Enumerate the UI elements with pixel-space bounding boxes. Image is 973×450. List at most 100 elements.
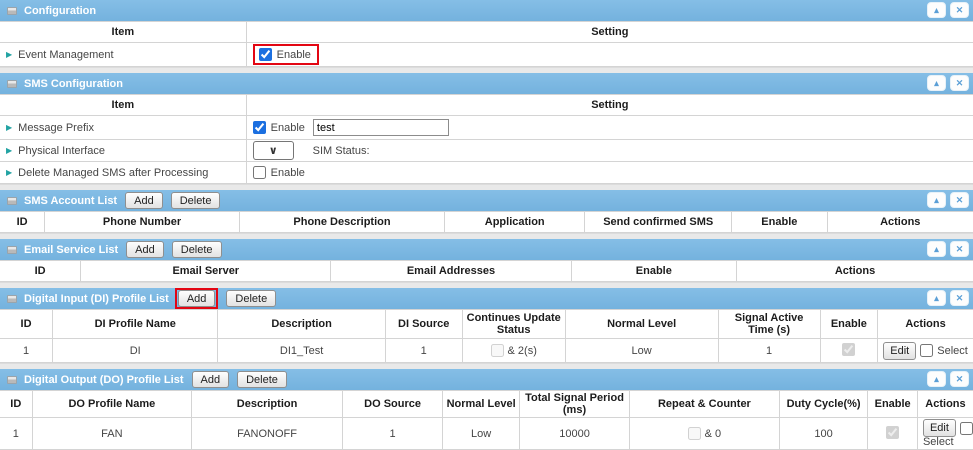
column-header: Enable <box>732 212 827 233</box>
column-header: Description <box>192 391 343 418</box>
table-row-do-profile: 1 FAN FANONOFF 1 Low 10000 & 0 100 Edit <box>0 418 973 450</box>
column-header: DO Profile Name <box>32 391 192 418</box>
event-management-enable-checkbox[interactable] <box>259 48 272 61</box>
item-label: Delete Managed SMS after Processing <box>18 167 208 179</box>
bullet-icon: ▶ <box>6 50 12 59</box>
close-icon[interactable]: ✕ <box>950 371 969 387</box>
do-name-cell: FAN <box>32 418 192 450</box>
collapse-icon[interactable]: ▴ <box>927 290 946 306</box>
edit-button[interactable]: Edit <box>923 419 956 437</box>
column-header: Phone Description <box>239 212 444 233</box>
item-label: Message Prefix <box>18 122 94 134</box>
configuration-header: Configuration ▴ ✕ <box>0 0 973 21</box>
add-button[interactable]: Add <box>126 241 164 258</box>
column-header: ID <box>0 310 53 339</box>
sms-configuration-table: Item Setting ▶Message Prefix Enable ▶Phy… <box>0 94 973 184</box>
do-actions-cell: Edit Select <box>917 418 973 450</box>
bullet-icon: ▶ <box>6 168 12 177</box>
column-header: Total Signal Period (ms) <box>520 391 630 418</box>
di-actions-cell: Edit Select <box>878 339 973 363</box>
panel-icon <box>7 295 17 303</box>
enable-label: Enable <box>277 49 311 61</box>
di-profile-list-header: Digital Input (DI) Profile List Add Dele… <box>0 288 973 309</box>
column-header-setting: Setting <box>246 22 973 43</box>
delete-managed-enable-checkbox[interactable] <box>253 166 266 179</box>
column-header: Description <box>218 310 385 339</box>
column-header: Signal Active Time (s) <box>718 310 820 339</box>
select-checkbox[interactable] <box>920 344 933 357</box>
sms-account-list-header: SMS Account List Add Delete ▴ ✕ <box>0 190 973 211</box>
collapse-icon[interactable]: ▴ <box>927 75 946 91</box>
section-email-service-list: Email Service List Add Delete ▴ ✕ ID Ema… <box>0 239 973 282</box>
edit-button[interactable]: Edit <box>883 342 916 360</box>
column-header: Application <box>445 212 585 233</box>
do-enable-checkbox <box>886 426 899 439</box>
section-title: SMS Configuration <box>24 78 123 90</box>
collapse-icon[interactable]: ▴ <box>927 192 946 208</box>
do-duty-cycle-cell: 100 <box>779 418 868 450</box>
section-title: Digital Input (DI) Profile List <box>24 293 169 305</box>
delete-button[interactable]: Delete <box>171 192 221 209</box>
column-header: Actions <box>827 212 973 233</box>
chevron-down-icon: ∨ <box>269 144 278 157</box>
message-prefix-enable-checkbox[interactable] <box>253 121 266 134</box>
column-header: Enable <box>571 261 736 282</box>
collapse-icon[interactable]: ▴ <box>927 2 946 18</box>
panel-icon <box>7 246 17 254</box>
enable-label: Enable <box>271 167 305 179</box>
di-signal-active-time-cell: 1 <box>718 339 820 363</box>
column-header: Email Server <box>81 261 331 282</box>
di-enable-cell <box>820 339 877 363</box>
email-service-table: ID Email Server Email Addresses Enable A… <box>0 260 973 282</box>
column-header: Normal Level <box>565 310 718 339</box>
section-sms-configuration: SMS Configuration ▴ ✕ Item Setting ▶Mess… <box>0 73 973 184</box>
message-prefix-input[interactable] <box>313 119 449 136</box>
continues-update-checkbox <box>491 344 504 357</box>
column-header: Email Addresses <box>331 261 571 282</box>
add-button[interactable]: Add <box>125 192 163 209</box>
select-label: Select <box>937 345 968 357</box>
select-checkbox[interactable] <box>960 422 973 435</box>
panel-icon <box>7 80 17 88</box>
panel-icon <box>7 7 17 15</box>
close-icon[interactable]: ✕ <box>950 75 969 91</box>
do-profile-table: ID DO Profile Name Description DO Source… <box>0 390 973 450</box>
section-title: SMS Account List <box>24 195 117 207</box>
section-title: Digital Output (DO) Profile List <box>24 374 184 386</box>
continues-update-label: & 2(s) <box>508 345 537 357</box>
column-header: Actions <box>878 310 973 339</box>
di-id-cell: 1 <box>0 339 53 363</box>
column-header: DO Source <box>342 391 442 418</box>
delete-button[interactable]: Delete <box>226 290 276 307</box>
do-description-cell: FANONOFF <box>192 418 343 450</box>
add-button[interactable]: Add <box>178 290 216 307</box>
collapse-icon[interactable]: ▴ <box>927 371 946 387</box>
column-header: Normal Level <box>443 391 520 418</box>
do-total-signal-period-cell: 10000 <box>520 418 630 450</box>
table-row-delete-managed-sms: ▶ Delete Managed SMS after Processing Ena… <box>0 162 973 184</box>
close-icon[interactable]: ✕ <box>950 241 969 257</box>
section-sms-account-list: SMS Account List Add Delete ▴ ✕ ID Phone… <box>0 190 973 233</box>
close-icon[interactable]: ✕ <box>950 192 969 208</box>
add-button[interactable]: Add <box>192 371 230 388</box>
do-normal-level-cell: Low <box>443 418 520 450</box>
bullet-icon: ▶ <box>6 123 12 132</box>
repeat-counter-checkbox <box>688 427 701 440</box>
collapse-icon[interactable]: ▴ <box>927 241 946 257</box>
do-profile-list-header: Digital Output (DO) Profile List Add Del… <box>0 369 973 390</box>
column-header: Enable <box>820 310 877 339</box>
sms-account-table: ID Phone Number Phone Description Applic… <box>0 211 973 233</box>
table-row-di-profile: 1 DI DI1_Test 1 & 2(s) Low 1 Edit Select <box>0 339 973 363</box>
delete-button[interactable]: Delete <box>237 371 287 388</box>
email-service-list-header: Email Service List Add Delete ▴ ✕ <box>0 239 973 260</box>
column-header: ID <box>0 261 81 282</box>
delete-button[interactable]: Delete <box>172 241 222 258</box>
close-icon[interactable]: ✕ <box>950 2 969 18</box>
column-header: ID <box>0 212 45 233</box>
di-continues-update-cell: & 2(s) <box>462 339 565 363</box>
section-title: Configuration <box>24 5 96 17</box>
column-header: Send confirmed SMS <box>585 212 732 233</box>
physical-interface-select[interactable]: ∨ <box>253 141 294 160</box>
section-do-profile-list: Digital Output (DO) Profile List Add Del… <box>0 369 973 450</box>
close-icon[interactable]: ✕ <box>950 290 969 306</box>
